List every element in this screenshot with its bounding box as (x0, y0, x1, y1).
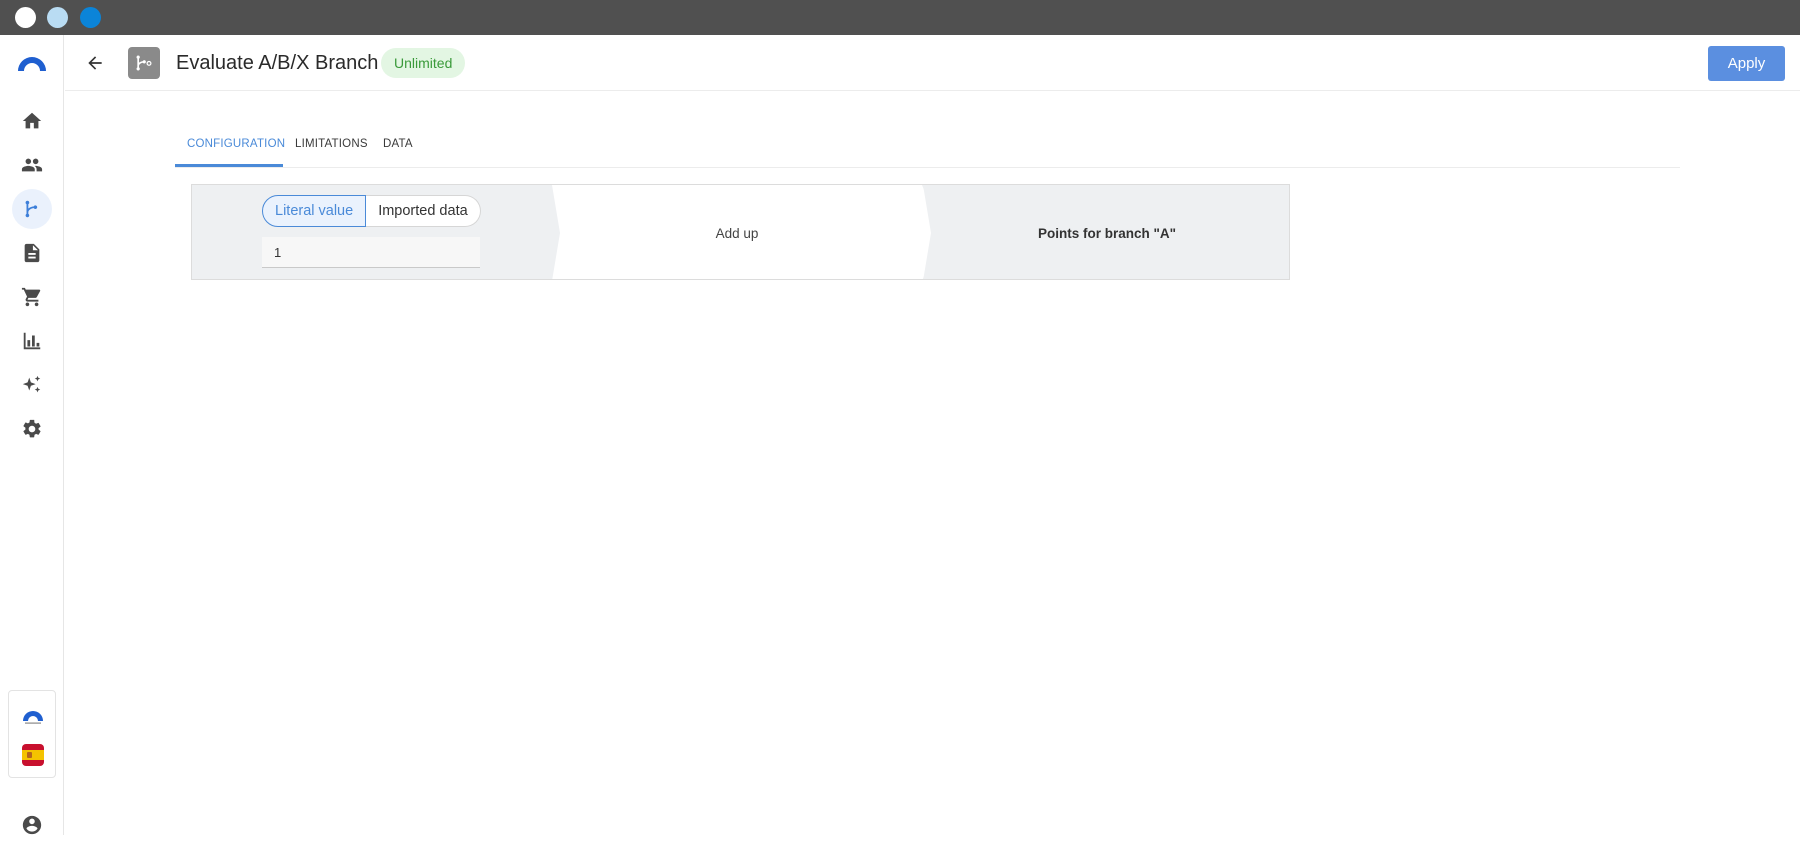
sidebar-item-shop[interactable] (12, 277, 52, 317)
imported-data-option[interactable]: Imported data (366, 195, 481, 227)
sidebar-item-reports[interactable] (12, 321, 52, 361)
sidebar-item-documents[interactable] (12, 233, 52, 273)
spain-flag-icon[interactable] (22, 744, 44, 766)
value-input[interactable] (262, 237, 480, 268)
branch-settings-icon (136, 55, 152, 71)
sidebar-item-flows[interactable] (12, 189, 52, 229)
sidebar-item-users[interactable] (12, 145, 52, 185)
branch-icon (25, 200, 38, 218)
gear-icon (23, 419, 41, 438)
apply-button[interactable]: Apply (1708, 46, 1785, 81)
sidebar (0, 35, 64, 835)
window-titlebar (0, 0, 1800, 35)
status-badge: Unlimited (381, 48, 466, 78)
tab-limitations[interactable]: LIMITATIONS (283, 123, 380, 167)
sparkles-icon (22, 375, 41, 393)
page-header: Evaluate A/B/X Branch Unlimited Apply (65, 35, 1800, 91)
tab-configuration[interactable]: CONFIGURATION (175, 123, 285, 167)
rule-flow: Literal value Imported data Add up Point… (191, 184, 1290, 280)
target-step[interactable]: Points for branch "A" (923, 185, 1289, 279)
operation-label: Add up (715, 225, 759, 241)
document-icon (24, 243, 40, 263)
target-label: Points for branch "A" (1037, 225, 1177, 241)
module-icon (128, 47, 160, 79)
account-circle-icon (22, 815, 42, 835)
page-title: Evaluate A/B/X Branch (176, 52, 379, 74)
window-close-button[interactable] (15, 7, 36, 28)
home-icon (22, 112, 42, 129)
source-toggle: Literal value Imported data (262, 195, 481, 227)
sidebar-item-home[interactable] (12, 101, 52, 141)
people-icon (21, 158, 43, 172)
window-maximize-button[interactable] (80, 7, 101, 28)
back-button[interactable] (81, 49, 109, 77)
cart-icon (21, 287, 41, 307)
bar-chart-icon (23, 332, 41, 350)
tab-bar: CONFIGURATION LIMITATIONS DATA (175, 123, 1680, 168)
sidebar-footer-box (8, 690, 56, 778)
operation-step[interactable]: Add up (552, 185, 942, 279)
tab-data[interactable]: DATA (371, 123, 425, 167)
mini-logo-icon[interactable] (21, 707, 45, 725)
sidebar-item-settings[interactable] (12, 409, 52, 449)
window-minimize-button[interactable] (47, 7, 68, 28)
arrow-left-icon (88, 56, 102, 70)
sidebar-item-ai[interactable] (12, 365, 52, 405)
account-button[interactable] (12, 805, 52, 845)
literal-value-option[interactable]: Literal value (262, 195, 367, 227)
app-logo-icon[interactable] (16, 53, 48, 73)
